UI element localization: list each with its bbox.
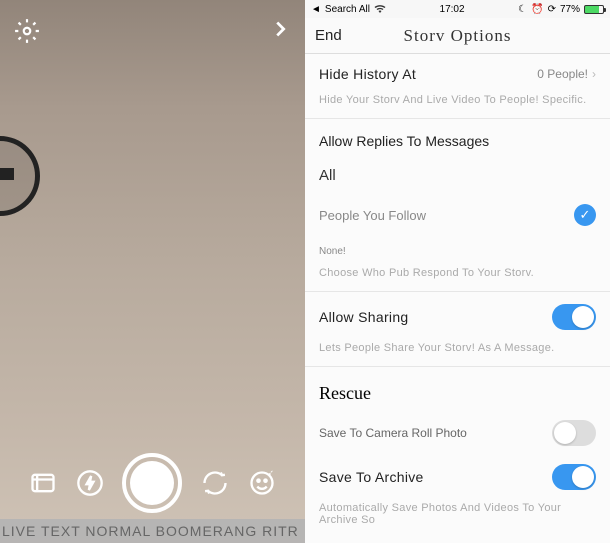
rescue-section-title: Rescue (305, 367, 610, 414)
forward-arrow-icon[interactable] (269, 18, 291, 40)
shutter-inner (130, 461, 174, 505)
replies-option-none[interactable]: None! (305, 236, 610, 267)
settings-panel: ◄ Search All 17:02 ☾ ⏰ ⟳ 77% End Storv O… (305, 0, 610, 543)
replies-section-title: Allow Replies To Messages (305, 119, 610, 157)
allow-sharing-label: Allow Sharing (319, 309, 409, 325)
shutter-button[interactable] (122, 453, 182, 513)
allow-sharing-helper: Lets People Share Your Storv! As A Messa… (305, 342, 610, 366)
save-archive-toggle[interactable] (552, 464, 596, 490)
save-archive-row[interactable]: Save To Archive (305, 452, 610, 502)
rotation-lock-icon: ⟳ (548, 4, 556, 15)
back-app-icon[interactable]: ◄ (311, 4, 321, 15)
replies-option-following[interactable]: People You Follow ✓ (305, 194, 610, 236)
gallery-icon[interactable] (29, 469, 57, 497)
option-label: All (319, 167, 336, 184)
check-icon: ✓ (574, 204, 596, 226)
search-label: Search All (325, 4, 370, 15)
replies-option-all[interactable]: All (305, 157, 610, 194)
wifi-icon (374, 4, 386, 14)
chevron-right-icon: › (592, 67, 596, 81)
moon-icon: ☾ (518, 4, 527, 15)
settings-gear-icon[interactable] (14, 18, 40, 44)
replies-helper: Choose Who Pub Respond To Your Storv. (305, 267, 610, 291)
battery-percent: 77% (560, 4, 580, 15)
rescue-helper: Automatically Save Photos And Videos To … (305, 502, 610, 538)
page-title: Storv Options (404, 26, 512, 46)
save-camera-roll-row[interactable]: Save To Camera Roll Photo (305, 414, 610, 452)
option-label: People You Follow (319, 208, 426, 223)
allow-sharing-toggle[interactable] (552, 304, 596, 330)
hide-history-helper: Hide Your Storv And Live Video To People… (305, 94, 610, 118)
camera-controls (0, 453, 305, 513)
save-camera-roll-label: Save To Camera Roll Photo (319, 426, 467, 440)
alarm-icon: ⏰ (531, 4, 543, 15)
save-archive-label: Save To Archive (319, 469, 424, 485)
flash-icon[interactable] (76, 469, 104, 497)
switch-camera-icon[interactable] (201, 469, 229, 497)
settings-content[interactable]: Hide History At 0 People! › Hide Your St… (305, 54, 610, 543)
hide-history-row[interactable]: Hide History At 0 People! › (305, 54, 610, 94)
camera-viewfinder: LIVE TEXT NORMAL BOOMERANG RITR (0, 0, 305, 543)
nav-bar: End Storv Options (305, 18, 610, 54)
option-label: None! (319, 246, 346, 257)
allow-sharing-row[interactable]: Allow Sharing (305, 292, 610, 342)
face-filter-icon[interactable] (248, 469, 276, 497)
hide-history-label: Hide History At (319, 66, 416, 82)
background-object (0, 168, 14, 180)
camera-mode-strip[interactable]: LIVE TEXT NORMAL BOOMERANG RITR (0, 519, 305, 543)
battery-icon (584, 5, 604, 14)
status-bar: ◄ Search All 17:02 ☾ ⏰ ⟳ 77% (305, 0, 610, 18)
status-time: 17:02 (440, 4, 465, 15)
end-button[interactable]: End (315, 27, 342, 44)
save-camera-roll-toggle[interactable] (552, 420, 596, 446)
hide-history-value: 0 People! (537, 67, 588, 81)
